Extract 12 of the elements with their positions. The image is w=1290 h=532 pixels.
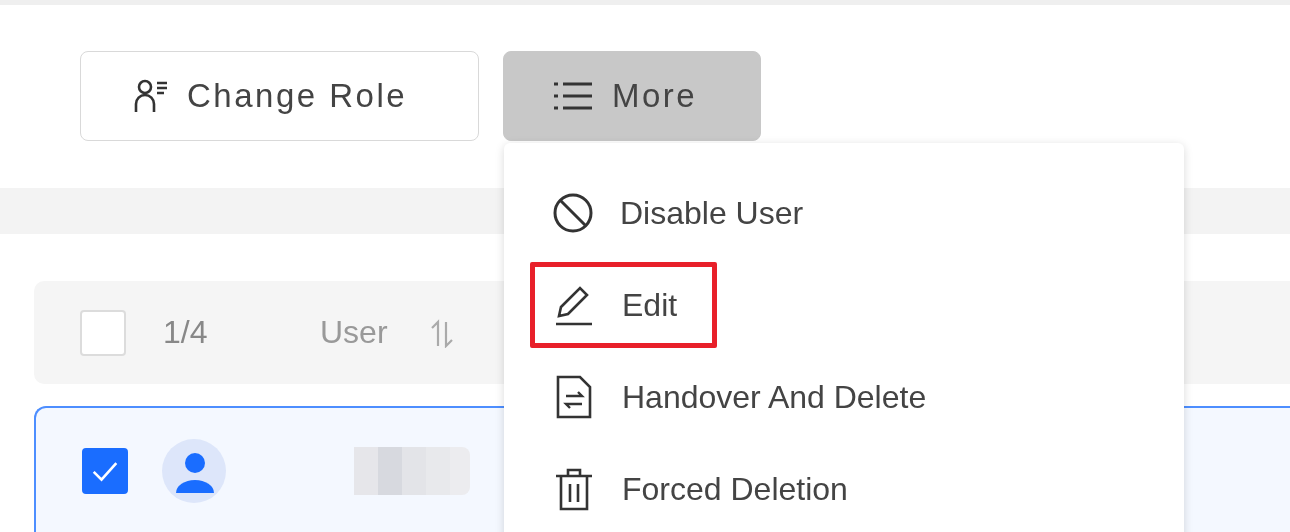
menu-item[interactable]: Disable User <box>504 167 1184 259</box>
menu-item[interactable]: Handover And Delete <box>504 351 1184 443</box>
selection-count: 1/4 <box>163 314 209 351</box>
menu-item[interactable]: Edit <box>504 259 1184 351</box>
avatar-icon <box>162 439 226 503</box>
checkbox[interactable] <box>82 448 128 494</box>
menu-item[interactable]: Forced Deletion <box>504 443 1184 532</box>
list-icon <box>552 80 594 112</box>
ban-icon <box>552 192 594 234</box>
more-button[interactable]: More <box>503 51 761 141</box>
change-role-button[interactable]: Change Role <box>80 51 479 141</box>
user-list-icon <box>133 78 169 114</box>
